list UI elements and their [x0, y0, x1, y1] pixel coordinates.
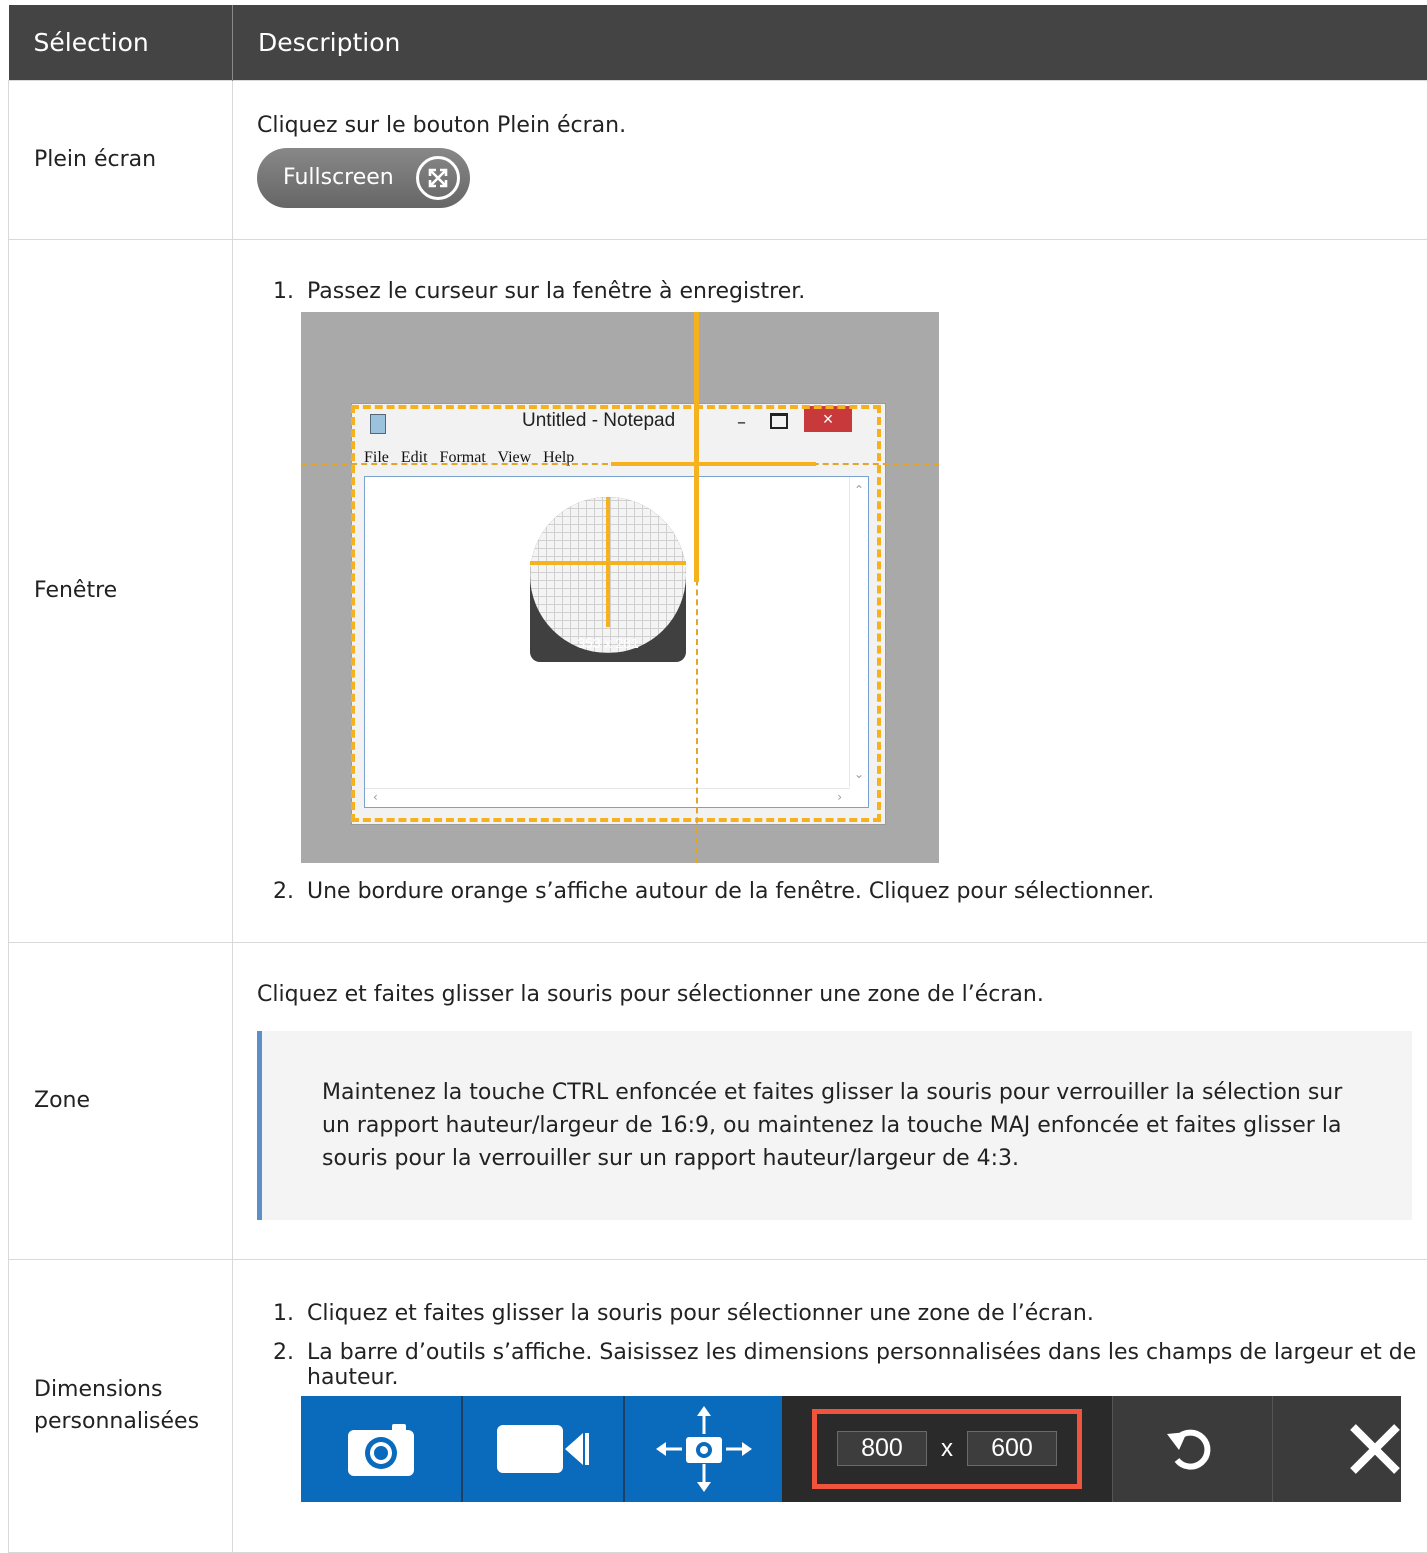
- close-icon: [1321, 1419, 1401, 1479]
- window-selection-screenshot: Untitled - Notepad – × File Edit Format …: [301, 312, 939, 863]
- magnifier-lens: [530, 497, 686, 653]
- header-description: Description: [233, 5, 1427, 81]
- fullscreen-button-label: Fullscreen: [283, 165, 394, 190]
- dimensions-highlight: 800 x 600: [812, 1409, 1082, 1489]
- camera-icon: [346, 1420, 416, 1478]
- reset-icon: [1165, 1422, 1219, 1476]
- reset-button[interactable]: [1112, 1396, 1272, 1502]
- window-steps: Passez le curseur sur la fenêtre à enreg…: [233, 279, 1427, 904]
- description-cell-window: Passez le curseur sur la fenêtre à enreg…: [233, 240, 1427, 943]
- magnifier-size-readout: 353 x 281: [530, 635, 686, 651]
- window-step-2-text: Une bordure orange s’affiche autour de l…: [307, 879, 1154, 904]
- dimension-separator: x: [941, 1435, 953, 1463]
- selection-cell-custom: Dimensions personnalisées: [9, 1260, 233, 1553]
- crosshair-horizontal-solid: [611, 462, 816, 466]
- note-text: Maintenez la touche CTRL enfoncée et fai…: [322, 1080, 1342, 1171]
- region-instruction: Cliquez et faites glisser la souris pour…: [257, 982, 1427, 1007]
- crosshair-vertical-solid: [694, 312, 699, 582]
- dimensions-panel: 800 x 600: [782, 1396, 1111, 1502]
- custom-step-2: La barre d’outils s’affiche. Saisissez l…: [301, 1340, 1427, 1502]
- magnifier-crosshair-v: [606, 497, 610, 627]
- move-button[interactable]: [625, 1396, 782, 1502]
- table-header-row: Sélection Description: [9, 5, 1427, 81]
- recording-toolbar: 800 x 600: [301, 1396, 1401, 1502]
- custom-step-1-text: Cliquez et faites glisser la souris pour…: [307, 1301, 1094, 1326]
- selection-cell-region: Zone: [9, 943, 233, 1260]
- note-callout: Maintenez la touche CTRL enfoncée et fai…: [257, 1031, 1412, 1220]
- window-step-1: Passez le curseur sur la fenêtre à enreg…: [301, 279, 1427, 863]
- header-selection: Sélection: [9, 5, 233, 81]
- expand-icon: [416, 156, 460, 200]
- magnifier: 353 x 281: [530, 497, 686, 662]
- height-field[interactable]: 600: [967, 1431, 1057, 1466]
- fullscreen-button[interactable]: Fullscreen: [257, 148, 470, 208]
- screenshot-button[interactable]: [301, 1396, 463, 1502]
- description-cell-custom: Cliquez et faites glisser la souris pour…: [233, 1260, 1427, 1553]
- description-cell-region: Cliquez et faites glisser la souris pour…: [233, 943, 1427, 1260]
- window-step-2: Une bordure orange s’affiche autour de l…: [301, 879, 1427, 904]
- close-button[interactable]: [1272, 1396, 1401, 1502]
- width-field[interactable]: 800: [837, 1431, 927, 1466]
- table-row: Dimensions personnalisées Cliquez et fai…: [9, 1260, 1427, 1553]
- table-row: Plein écran Cliquez sur le bouton Plein …: [9, 81, 1427, 240]
- custom-step-1: Cliquez et faites glisser la souris pour…: [301, 1301, 1427, 1326]
- selection-table: Sélection Description Plein écran Clique…: [8, 5, 1427, 1553]
- description-cell-fullscreen: Cliquez sur le bouton Plein écran. Fulls…: [233, 81, 1427, 240]
- custom-step-2-text: La barre d’outils s’affiche. Saisissez l…: [307, 1340, 1416, 1390]
- video-camera-icon: [495, 1423, 591, 1475]
- selection-cell-fullscreen: Plein écran: [9, 81, 233, 240]
- table-row: Fenêtre Passez le curseur sur la fenêtre…: [9, 240, 1427, 943]
- table-row: Zone Cliquez et faites glisser la souris…: [9, 943, 1427, 1260]
- fullscreen-instruction: Cliquez sur le bouton Plein écran.: [257, 113, 1427, 138]
- window-step-1-text: Passez le curseur sur la fenêtre à enreg…: [307, 279, 805, 304]
- record-video-button[interactable]: [463, 1396, 625, 1502]
- selection-cell-window: Fenêtre: [9, 240, 233, 943]
- custom-steps: Cliquez et faites glisser la souris pour…: [233, 1301, 1427, 1502]
- move-icon: [654, 1404, 754, 1494]
